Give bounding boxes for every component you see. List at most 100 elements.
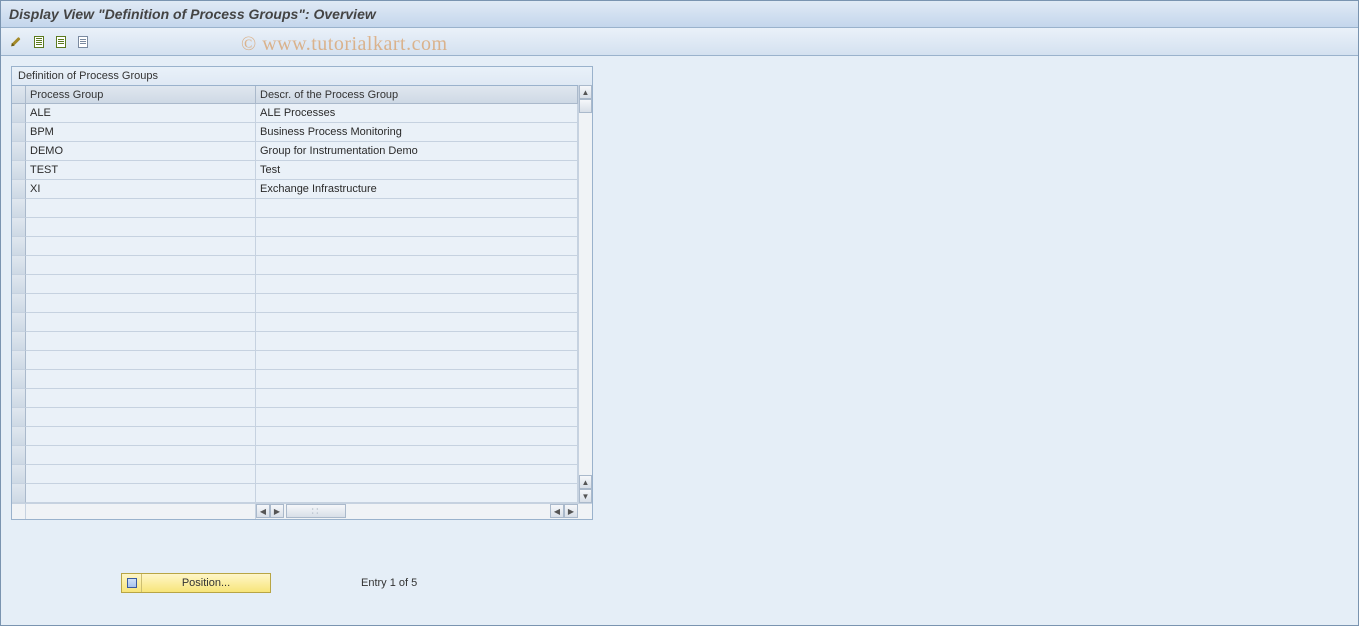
row-selector[interactable] (12, 161, 26, 180)
cell-description[interactable] (256, 351, 578, 370)
toggle-change-mode-button[interactable] (7, 32, 27, 52)
cell-description[interactable] (256, 446, 578, 465)
cell-process-group[interactable] (26, 427, 256, 446)
cell-description[interactable] (256, 484, 578, 503)
sap-window: Display View "Definition of Process Grou… (1, 1, 1358, 625)
cell-description[interactable] (256, 237, 578, 256)
row-selector[interactable] (12, 142, 26, 161)
vertical-scrollbar[interactable]: ▲ ▲ ▼ (578, 85, 592, 503)
row-selector[interactable] (12, 389, 26, 408)
content-area: Definition of Process Groups Process Gro… (1, 56, 1358, 530)
row-selector[interactable] (12, 218, 26, 237)
position-icon (122, 574, 142, 592)
scroll-up-button[interactable]: ▲ (579, 85, 592, 99)
row-selector[interactable] (12, 199, 26, 218)
cell-process-group[interactable] (26, 389, 256, 408)
row-selector[interactable] (12, 313, 26, 332)
column-header-process-group[interactable]: Process Group (26, 86, 256, 104)
data-grid: Process GroupDescr. of the Process Group… (12, 86, 592, 503)
entry-counter: Entry 1 of 5 (361, 577, 417, 589)
scroll-down-spacer (579, 99, 592, 113)
row-selector[interactable] (12, 256, 26, 275)
row-selector[interactable] (12, 370, 26, 389)
cell-description[interactable] (256, 408, 578, 427)
process-groups-panel: Definition of Process Groups Process Gro… (11, 66, 593, 520)
cell-description[interactable] (256, 389, 578, 408)
cell-process-group[interactable] (26, 484, 256, 503)
cell-description[interactable]: ALE Processes (256, 104, 578, 123)
column-header-description[interactable]: Descr. of the Process Group (256, 86, 578, 104)
cell-description[interactable] (256, 465, 578, 484)
row-selector[interactable] (12, 446, 26, 465)
position-button-label: Position... (142, 577, 270, 589)
hscroll-corner (12, 503, 26, 519)
deselect-all-button[interactable] (73, 32, 93, 52)
cell-description[interactable] (256, 218, 578, 237)
cell-description[interactable] (256, 427, 578, 446)
scroll-left-end-button[interactable]: ◀ (550, 504, 564, 518)
row-selector[interactable] (12, 294, 26, 313)
cell-description[interactable] (256, 313, 578, 332)
row-selector[interactable] (12, 123, 26, 142)
select-block-button[interactable] (51, 32, 71, 52)
scroll-down-button[interactable]: ▼ (579, 489, 592, 503)
row-selector[interactable] (12, 351, 26, 370)
footer: Position... Entry 1 of 5 (1, 565, 1358, 601)
row-selector[interactable] (12, 275, 26, 294)
cell-description[interactable] (256, 275, 578, 294)
cell-description[interactable]: Test (256, 161, 578, 180)
cell-process-group[interactable] (26, 256, 256, 275)
row-selector[interactable] (12, 237, 26, 256)
row-selector[interactable] (12, 332, 26, 351)
cell-process-group[interactable] (26, 465, 256, 484)
horizontal-scrollbar[interactable]: ◀ ▶ ◀ ▶ (256, 503, 578, 519)
page-title: Display View "Definition of Process Grou… (9, 6, 376, 22)
scroll-right-end-button[interactable]: ▶ (564, 504, 578, 518)
cell-description[interactable] (256, 199, 578, 218)
scroll-left-button[interactable]: ◀ (256, 504, 270, 518)
cell-description[interactable] (256, 294, 578, 313)
cell-process-group[interactable] (26, 237, 256, 256)
row-selector[interactable] (12, 180, 26, 199)
cell-description[interactable]: Exchange Infrastructure (256, 180, 578, 199)
cell-process-group[interactable] (26, 294, 256, 313)
cell-description[interactable] (256, 256, 578, 275)
cell-process-group[interactable]: TEST (26, 161, 256, 180)
cell-description[interactable] (256, 370, 578, 389)
cell-process-group[interactable]: ALE (26, 104, 256, 123)
cell-process-group[interactable]: BPM (26, 123, 256, 142)
row-selector[interactable] (12, 465, 26, 484)
toolbar (1, 28, 1358, 56)
sheet-block-icon (56, 36, 66, 48)
scroll-right-button[interactable]: ▶ (270, 504, 284, 518)
position-button[interactable]: Position... (121, 573, 271, 593)
panel-caption: Definition of Process Groups (12, 67, 592, 86)
sheet-plain-icon (78, 36, 88, 48)
row-selector[interactable] (12, 408, 26, 427)
horizontal-scroll-row: ◀ ▶ ◀ ▶ (12, 503, 592, 519)
pencil-icon (10, 35, 24, 49)
cell-process-group[interactable] (26, 351, 256, 370)
header-corner (12, 86, 26, 104)
cell-description[interactable]: Business Process Monitoring (256, 123, 578, 142)
scroll-up-small-button[interactable]: ▲ (579, 475, 592, 489)
cell-process-group[interactable] (26, 370, 256, 389)
cell-description[interactable] (256, 332, 578, 351)
hscroll-spacer (26, 503, 256, 519)
scroll-thumb[interactable] (286, 504, 346, 518)
cell-process-group[interactable]: XI (26, 180, 256, 199)
row-selector[interactable] (12, 104, 26, 123)
cell-process-group[interactable] (26, 199, 256, 218)
cell-description[interactable]: Group for Instrumentation Demo (256, 142, 578, 161)
cell-process-group[interactable] (26, 332, 256, 351)
row-selector[interactable] (12, 484, 26, 503)
title-bar: Display View "Definition of Process Grou… (1, 1, 1358, 28)
cell-process-group[interactable] (26, 275, 256, 294)
row-selector[interactable] (12, 427, 26, 446)
cell-process-group[interactable]: DEMO (26, 142, 256, 161)
cell-process-group[interactable] (26, 218, 256, 237)
cell-process-group[interactable] (26, 313, 256, 332)
select-all-button[interactable] (29, 32, 49, 52)
cell-process-group[interactable] (26, 446, 256, 465)
cell-process-group[interactable] (26, 408, 256, 427)
